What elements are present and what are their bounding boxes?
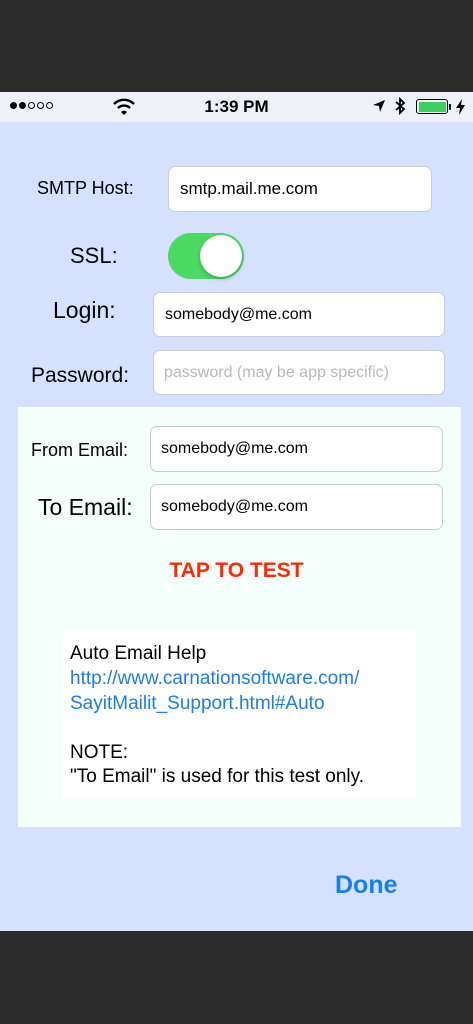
smtp-host-label: SMTP Host: <box>37 178 134 198</box>
smtp-host-field[interactable]: smtp.mail.me.com <box>168 166 432 212</box>
battery-icon <box>416 99 448 114</box>
from-email-value: somebody@me.com <box>161 440 308 457</box>
tap-to-test-button[interactable]: TAP TO TEST <box>0 559 473 583</box>
password-placeholder: password (may be app specific) <box>164 363 389 381</box>
ssl-toggle[interactable] <box>168 233 244 279</box>
help-title: Auto Email Help <box>70 643 207 664</box>
password-field[interactable]: password (may be app specific) <box>153 350 445 395</box>
login-field[interactable]: somebody@me.com <box>153 292 445 337</box>
charging-bolt-icon <box>456 99 465 115</box>
password-label: Password: <box>31 364 130 387</box>
login-label: Login: <box>53 297 116 323</box>
from-email-field[interactable]: somebody@me.com <box>150 426 443 472</box>
note-title: NOTE: <box>70 742 129 763</box>
battery-cap <box>449 104 451 110</box>
location-arrow-icon <box>373 100 385 112</box>
login-value: somebody@me.com <box>165 305 312 323</box>
status-bar: 1:39 PM <box>0 92 473 122</box>
to-email-label: To Email: <box>38 494 133 520</box>
ssl-label: SSL: <box>70 243 118 268</box>
help-link-line-1[interactable]: http://www.carnationsoftware.com/ <box>70 668 359 690</box>
done-button[interactable]: Done <box>335 871 398 900</box>
ssl-toggle-knob <box>200 235 242 277</box>
to-email-value: somebody@me.com <box>161 498 308 515</box>
note-text: "To Email" is used for this test only. <box>70 766 365 787</box>
help-link-line-2[interactable]: SayitMailit_Support.html#Auto <box>70 693 325 715</box>
from-email-label: From Email: <box>31 440 129 460</box>
bluetooth-icon <box>395 97 406 115</box>
to-email-field[interactable]: somebody@me.com <box>150 484 443 530</box>
smtp-host-value: smtp.mail.me.com <box>180 179 318 198</box>
